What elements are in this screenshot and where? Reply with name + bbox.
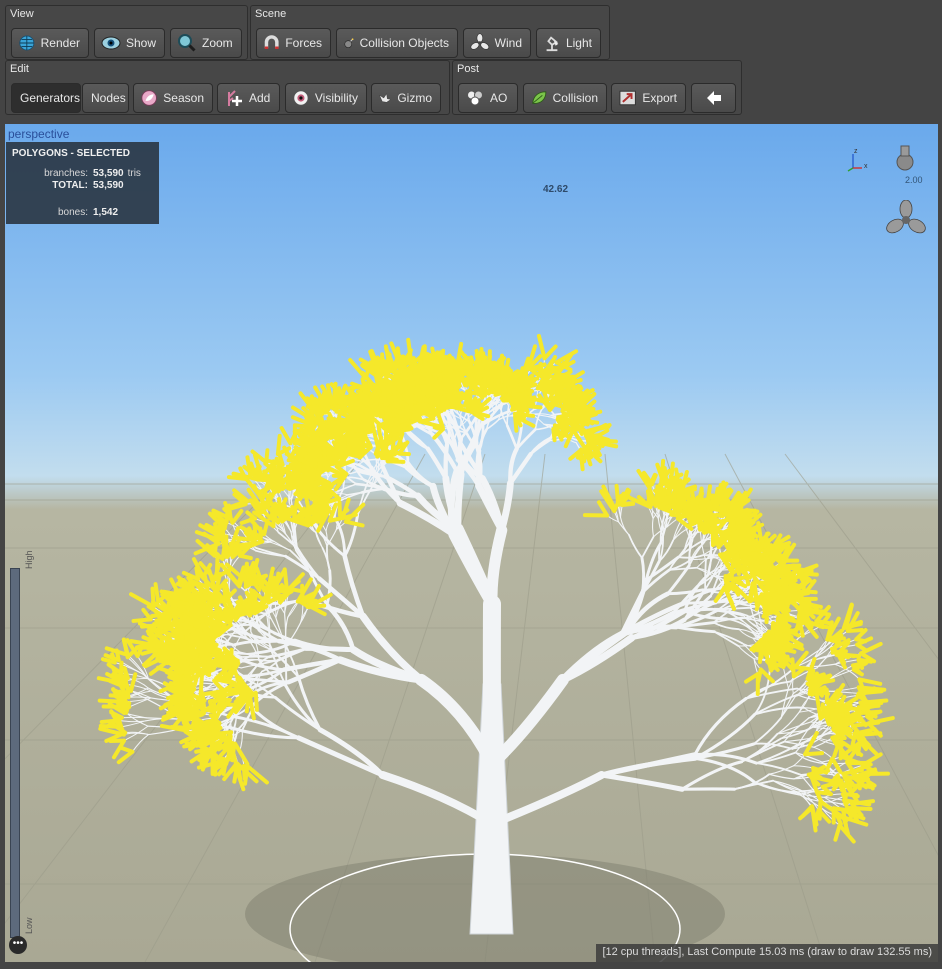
- bones-value: 1,542: [93, 207, 119, 218]
- forces-label: Forces: [285, 36, 322, 50]
- scene-group-title: Scene: [255, 8, 287, 20]
- more-options-button[interactable]: •••: [9, 936, 27, 954]
- ao-label: AO: [490, 91, 508, 105]
- leaf-collision-icon: [532, 91, 547, 104]
- add-button[interactable]: Add: [217, 83, 280, 113]
- show-label: Show: [125, 36, 156, 50]
- lamp-icon: [546, 36, 559, 52]
- nodes-label: Nodes: [91, 91, 126, 105]
- generators-label: Generators: [20, 91, 81, 105]
- edit-group: Edit Generators Nodes Season Add Visibil…: [5, 60, 450, 115]
- season-button[interactable]: Season: [133, 83, 213, 113]
- post-group: Post AO Collision Export: [452, 60, 742, 115]
- light-label: Light: [565, 36, 592, 50]
- gizmo-button[interactable]: Gizmo: [371, 83, 441, 113]
- total-value: 53,590: [93, 180, 124, 191]
- collision-objects-button[interactable]: Collision Objects: [336, 28, 458, 58]
- collision-objects-label: Collision Objects: [359, 36, 449, 50]
- zoom-button[interactable]: Zoom: [170, 28, 242, 58]
- stats-heading: POLYGONS - SELECTED: [12, 148, 130, 159]
- view-group-title: View: [10, 8, 34, 20]
- light-button[interactable]: Light: [536, 28, 601, 58]
- ao-button[interactable]: AO: [458, 83, 518, 113]
- render-label: Render: [40, 36, 80, 50]
- light-bulb-icon[interactable]: [892, 142, 918, 174]
- zoom-label: Zoom: [202, 36, 233, 50]
- scene-group: Scene Forces Collision Objects Wind Ligh…: [250, 5, 610, 60]
- 3d-viewport[interactable]: perspective POLYGONS - SELECTED branches…: [5, 124, 938, 962]
- bird-icon: [378, 93, 392, 103]
- lod-high-label: High: [24, 550, 34, 569]
- collision-button[interactable]: Collision: [523, 83, 607, 113]
- view-group: View Render Show Zoom: [5, 5, 248, 60]
- leaf-icon: [141, 90, 157, 106]
- fan-icon: [470, 33, 490, 50]
- show-button[interactable]: Show: [94, 28, 165, 58]
- bomb-icon: [344, 38, 354, 48]
- fps-readout: 42.62: [543, 184, 569, 195]
- axis-gizmo-icon: [847, 154, 862, 172]
- season-label: Season: [163, 91, 204, 105]
- forces-button[interactable]: Forces: [256, 28, 331, 58]
- edit-group-title: Edit: [10, 63, 29, 75]
- propeller-icon[interactable]: [883, 200, 929, 240]
- back-arrow-icon: [706, 91, 721, 105]
- axis-x-label: x: [864, 163, 868, 170]
- wind-label: Wind: [494, 36, 522, 50]
- viewport-label: perspective: [8, 127, 70, 141]
- magnifier-icon: [178, 34, 196, 52]
- export-label: Export: [642, 91, 677, 105]
- status-bar: [12 cpu threads], Last Compute 15.03 ms …: [596, 944, 938, 962]
- branches-unit: tris: [127, 168, 141, 179]
- ao-icon: [467, 90, 483, 106]
- globe-icon: [19, 35, 35, 51]
- visibility-button[interactable]: Visibility: [285, 83, 367, 113]
- eyeball-icon: [293, 90, 309, 106]
- branches-label: branches:: [44, 168, 88, 179]
- wind-button[interactable]: Wind: [463, 28, 531, 58]
- gizmo-label: Gizmo: [397, 91, 432, 105]
- polygon-stats-panel: POLYGONS - SELECTED branches: 53,590 tri…: [6, 142, 159, 224]
- zoom-level: 2.00: [905, 175, 923, 185]
- magnet-icon: [264, 35, 279, 50]
- back-button[interactable]: [691, 83, 736, 113]
- post-group-title: Post: [457, 63, 480, 75]
- eye-icon: [101, 36, 121, 50]
- generators-button[interactable]: Generators: [11, 83, 81, 113]
- export-button[interactable]: Export: [611, 83, 686, 113]
- export-icon: [619, 90, 636, 106]
- lod-low-label: Low: [24, 917, 34, 934]
- axis-z-label: z: [854, 148, 858, 155]
- visibility-label: Visibility: [314, 91, 358, 105]
- render-button[interactable]: Render: [11, 28, 89, 58]
- plus-icon: [228, 90, 242, 106]
- bones-label: bones:: [57, 207, 88, 218]
- lod-slider[interactable]: [10, 568, 20, 938]
- nodes-button[interactable]: Nodes: [82, 83, 129, 113]
- add-label: Add: [249, 91, 271, 105]
- total-label: TOTAL:: [52, 180, 88, 191]
- tree-scene: [5, 333, 938, 962]
- collision-label: Collision: [552, 91, 598, 105]
- branches-value: 53,590: [93, 168, 124, 179]
